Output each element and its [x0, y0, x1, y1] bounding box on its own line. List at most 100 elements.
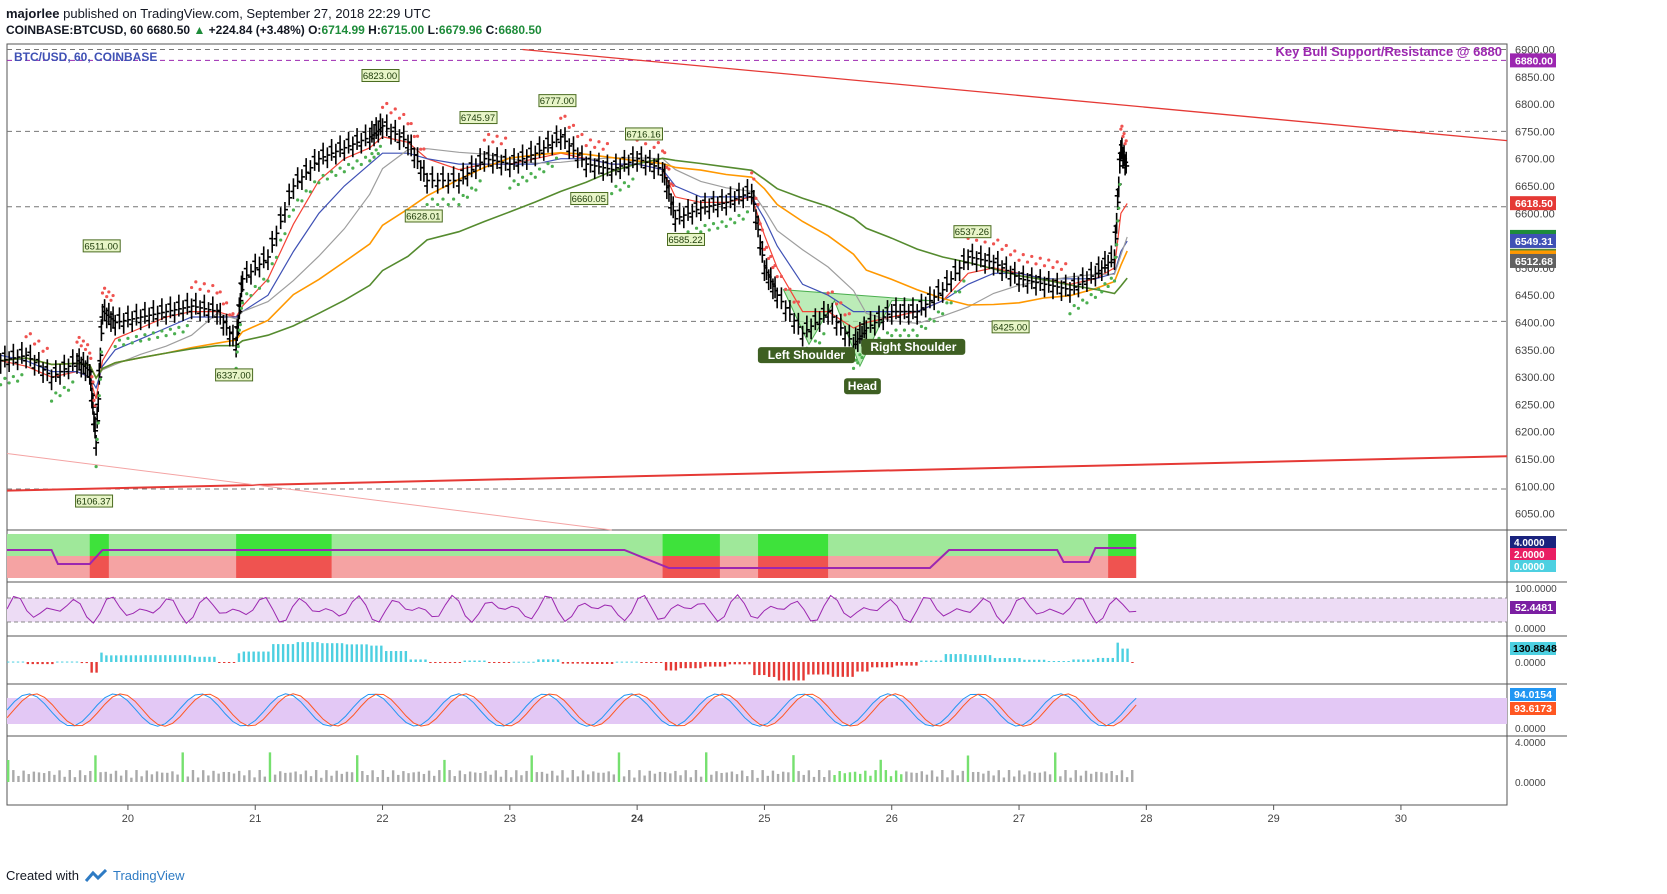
- chart-frame: [6, 43, 1508, 806]
- indicator-badge-text: 2.0000: [1514, 550, 1545, 561]
- sar-dot: [941, 312, 945, 316]
- volume-bar: [669, 773, 672, 782]
- stoch-tick: 0.0000: [1515, 724, 1546, 735]
- volume-bar: [1012, 776, 1016, 782]
- sar-dot: [134, 334, 139, 339]
- tradingview-brand[interactable]: TradingView: [113, 868, 185, 883]
- sar-dot: [415, 134, 420, 138]
- macd-bar: [340, 643, 344, 662]
- macd-bar: [944, 654, 948, 662]
- sar-dot: [773, 263, 777, 268]
- macd-bar: [596, 662, 599, 664]
- volume-bar: [58, 770, 61, 782]
- macd-bar: [561, 662, 565, 664]
- volume-bar: [417, 771, 421, 782]
- volume-bar: [694, 770, 698, 782]
- sar-dot: [924, 326, 928, 330]
- sar-dot: [402, 112, 406, 117]
- sar-dot: [90, 375, 94, 379]
- volume-bar: [1054, 752, 1057, 782]
- sar-dot: [576, 134, 580, 139]
- macd-bar: [713, 662, 717, 667]
- macd-bar: [296, 642, 300, 662]
- macd-bar: [964, 654, 967, 662]
- sar-dot: [228, 313, 232, 317]
- footer: Created with TradingView: [6, 868, 185, 883]
- sar-dot: [817, 341, 822, 345]
- sar-dot: [907, 334, 911, 338]
- sar-dot: [224, 301, 229, 305]
- macd-bar: [198, 656, 201, 662]
- sar-dot: [279, 238, 283, 242]
- volume-bar: [176, 774, 179, 782]
- macd-bar: [394, 651, 398, 662]
- macd-bar: [183, 655, 187, 662]
- chart-canvas[interactable]: 6823.00 6745.97 6777.00 6716.16 6511.00 6337.…: [0, 0, 1667, 894]
- volume-bar: [366, 775, 369, 782]
- sar-dot: [346, 162, 351, 167]
- macd-bar: [880, 662, 884, 668]
- sar-dot: [380, 105, 385, 109]
- sar-dot: [936, 310, 941, 314]
- sar-dot: [181, 330, 185, 334]
- macd-bar: [21, 661, 25, 663]
- volume-bar: [48, 771, 51, 782]
- sar-dot: [238, 323, 242, 327]
- volume-bar: [1089, 773, 1093, 782]
- sar-dot: [839, 301, 843, 305]
- sar-dot: [1089, 293, 1093, 297]
- sar-dot: [622, 181, 627, 185]
- support-trendline: [6, 455, 1508, 492]
- sar-dot: [775, 275, 779, 279]
- volume-bar: [243, 775, 246, 782]
- volume-bar: [494, 770, 497, 782]
- macd-bar: [139, 655, 142, 662]
- sar-dot: [516, 182, 520, 187]
- sar-dot: [245, 292, 249, 296]
- volume-bar: [848, 772, 852, 782]
- macd-bar: [929, 660, 933, 662]
- macd-bar: [738, 662, 741, 665]
- sar-dot: [202, 282, 206, 286]
- macd-bar: [105, 655, 108, 662]
- sar-dot: [546, 161, 550, 166]
- price-tick: 6800.00: [1515, 99, 1555, 111]
- sar-dot: [143, 333, 147, 337]
- volume-bar: [458, 770, 462, 782]
- volume-bar: [166, 772, 169, 782]
- sar-dot: [644, 142, 648, 146]
- volume-bar: [191, 770, 195, 782]
- macd-bar: [821, 662, 825, 675]
- volume-bar: [432, 775, 436, 782]
- macd-bar: [110, 655, 113, 662]
- sar-dot: [503, 136, 508, 140]
- volume-bar: [823, 777, 826, 782]
- trend-band-strong-down: [1108, 556, 1137, 578]
- macd-bar: [463, 660, 466, 662]
- price-tick: 6850.00: [1515, 72, 1555, 84]
- sar-dot: [512, 179, 516, 183]
- sar-dot: [567, 125, 571, 129]
- sar-dot: [667, 167, 671, 171]
- macd-bar: [1052, 661, 1056, 663]
- sar-dot: [194, 280, 198, 284]
- volume-bar: [889, 776, 893, 782]
- sar-dot: [1121, 134, 1125, 139]
- sar-dot: [754, 196, 758, 200]
- macd-bar: [281, 644, 285, 662]
- sar-dot: [737, 213, 741, 218]
- macd-bar: [718, 662, 722, 667]
- volume-bar: [900, 774, 903, 782]
- price-label-text: 6660.05: [572, 194, 606, 205]
- volume-bar: [474, 772, 477, 782]
- sar-dot: [720, 220, 724, 224]
- volume-bar: [1059, 776, 1062, 782]
- macd-bar: [208, 656, 211, 662]
- sar-dot: [156, 335, 160, 340]
- price-tick: 6250.00: [1515, 399, 1555, 411]
- macd-bar: [56, 661, 59, 663]
- macd-bar: [934, 660, 938, 662]
- volume-bar: [443, 759, 446, 782]
- sar-dot: [240, 301, 245, 305]
- volume-bar: [207, 775, 210, 782]
